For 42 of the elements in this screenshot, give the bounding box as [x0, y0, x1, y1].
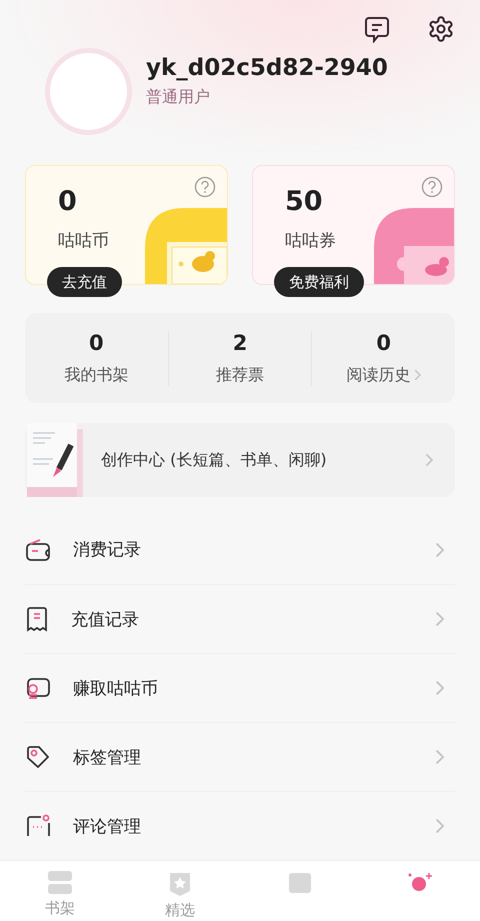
username: yk_d02c5d82-2940 — [146, 55, 388, 81]
stat-value: 2 — [232, 330, 248, 354]
help-icon[interactable] — [421, 176, 443, 198]
creation-center-label: 创作中心 (长短篇、书单、闲聊) — [100, 450, 328, 470]
help-icon[interactable] — [194, 176, 216, 198]
stat-label: 我的书架 — [64, 364, 128, 386]
menu-item[interactable]: 消费记录 — [25, 515, 455, 584]
menu-item[interactable]: 赚取咕咕币 — [25, 653, 455, 722]
tag-icon — [25, 744, 51, 770]
stat-item[interactable]: 0 阅读历史 — [311, 330, 456, 386]
star-badge-icon — [168, 871, 192, 897]
user-level: 普通用户 — [146, 87, 211, 108]
balance-amount: 0 — [58, 186, 77, 217]
book-icon — [288, 871, 312, 895]
chevron-icon — [435, 611, 445, 627]
stat-item[interactable]: 0 我的书架 — [25, 330, 168, 386]
menu-item[interactable]: 充值记录 — [25, 584, 455, 653]
message-button[interactable] — [362, 14, 392, 44]
chevron-icon — [424, 453, 433, 467]
creation-center-button[interactable]: 创作中心 (长短篇、书单、闲聊) — [25, 423, 455, 497]
balance-amount: 50 — [285, 186, 323, 217]
balance-label: 咕咕券 — [285, 230, 336, 252]
stat-item[interactable]: 2 推荐票 — [168, 330, 312, 386]
balance-label: 咕咕币 — [58, 230, 109, 252]
wallet-icon — [25, 538, 51, 562]
message-icon — [364, 16, 390, 42]
menu-item[interactable]: 标签管理 — [25, 722, 455, 791]
receipt-icon — [25, 606, 49, 632]
chevron-icon — [435, 818, 445, 834]
coins-icon — [25, 676, 51, 700]
stat-label: 推荐票 — [216, 364, 264, 386]
settings-icon — [427, 15, 455, 43]
stat-label: 阅读历史 — [346, 364, 411, 386]
chevron-icon — [435, 542, 445, 558]
card-action-button[interactable]: 去充值 — [47, 267, 122, 297]
card-action-button[interactable]: 免费福利 — [274, 267, 364, 297]
chevron-icon — [435, 749, 445, 765]
stat-value: 0 — [89, 330, 104, 354]
comment-icon — [25, 814, 51, 838]
stat-value: 0 — [376, 330, 391, 354]
chevron-icon — [435, 680, 445, 696]
bookshelf-icon — [47, 871, 73, 895]
